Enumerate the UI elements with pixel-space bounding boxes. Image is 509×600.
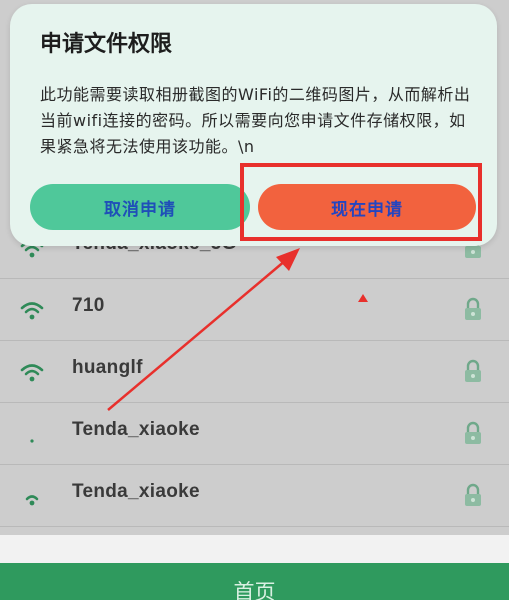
- cancel-request-button[interactable]: 取消申请: [30, 184, 250, 230]
- lock-icon: [465, 297, 481, 320]
- wifi-ssid: huanglf: [72, 357, 143, 378]
- annotation-highlight-box: [240, 163, 482, 241]
- dialog-message: 此功能需要读取相册截图的WiFi的二维码图片，从而解析出当前wifi连接的密码。…: [40, 85, 471, 156]
- lock-icon: [465, 483, 481, 506]
- wifi-signal-weak-icon: [30, 439, 34, 443]
- wifi-signal-icon: [25, 495, 39, 506]
- wifi-ssid: 710: [72, 295, 105, 316]
- wifi-list-item[interactable]: 710: [0, 279, 509, 341]
- wifi-signal-icon: [20, 302, 44, 320]
- bottom-nav[interactable]: 首页: [0, 563, 509, 600]
- lock-icon: [465, 421, 481, 444]
- wifi-ssid: Tenda_xiaoke: [72, 481, 200, 502]
- wifi-ssid: Tenda_xiaoke: [72, 419, 200, 440]
- wifi-list-item[interactable]: Tenda_xiaoke: [0, 465, 509, 527]
- lock-icon: [465, 359, 481, 382]
- wifi-signal-icon: [20, 364, 44, 382]
- wifi-list-item[interactable]: Tenda_xiaoke: [0, 403, 509, 465]
- bottom-spacer: [0, 535, 509, 563]
- wifi-list-item[interactable]: huanglf: [0, 341, 509, 403]
- nav-home-label[interactable]: 首页: [0, 576, 509, 600]
- dialog-title: 申请文件权限: [40, 32, 173, 57]
